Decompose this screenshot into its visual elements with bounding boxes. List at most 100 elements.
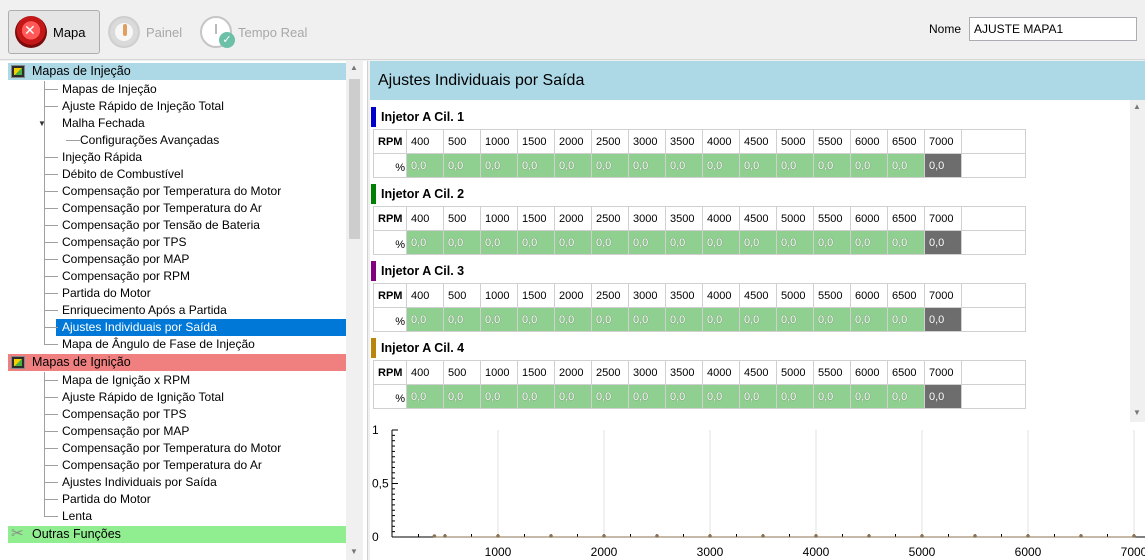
percent-value-cell[interactable]: 0,0 [480,307,518,332]
percent-value-cell[interactable]: 0,0 [443,153,481,178]
scroll-down-icon[interactable]: ▼ [350,547,358,556]
percent-value-cell[interactable]: 0,0 [406,153,444,178]
percent-value-cell[interactable]: 0,0 [813,153,851,178]
tree-item[interactable]: Lenta [62,508,92,525]
percent-value-cell[interactable]: 0,0 [813,384,851,409]
tab-tempo-real[interactable]: Tempo Real [200,10,320,54]
percent-value-cell[interactable]: 0,0 [776,153,814,178]
tree-item[interactable]: Compensação por Temperatura do Ar [62,200,262,217]
percent-value-cell[interactable]: 0,0 [517,153,555,178]
percent-value-cell[interactable]: 0,0 [480,384,518,409]
percent-value-cell[interactable]: 0,0 [665,384,703,409]
tab-painel[interactable]: Painel [108,10,198,54]
percent-value-cell[interactable]: 0,0 [924,307,962,332]
tree-item[interactable]: Ajustes Individuais por Saída [62,474,217,491]
percent-value-cell[interactable]: 0,0 [443,230,481,255]
percent-value-cell[interactable]: 0,0 [628,153,666,178]
percent-value-cell[interactable]: 0,0 [406,307,444,332]
tree-item[interactable]: Ajuste Rápido de Ignição Total [62,389,224,406]
percent-value-cell[interactable]: 0,0 [665,153,703,178]
percent-value-cell[interactable]: 0,0 [406,384,444,409]
tree-item[interactable]: Compensação por MAP [62,423,189,440]
nome-input[interactable] [969,17,1137,41]
tree-scrollbar[interactable]: ▲ ▼ [346,61,363,560]
tree-item[interactable]: Compensação por MAP [62,251,189,268]
percent-value-cell[interactable]: 0,0 [591,307,629,332]
percent-value-cell[interactable]: 0,0 [850,307,888,332]
tree-item[interactable]: Mapa de Ângulo de Fase de Injeção [62,336,255,353]
percent-value-cell[interactable]: 0,0 [813,230,851,255]
percent-value-cell[interactable]: 0,0 [776,307,814,332]
tree-item[interactable]: Configurações Avançadas [80,132,219,149]
percent-value-cell[interactable]: 0,0 [850,384,888,409]
percent-value-cell[interactable]: 0,0 [517,307,555,332]
percent-value-cell[interactable]: 0,0 [702,384,740,409]
percent-value-cell[interactable]: 0,0 [443,307,481,332]
tree-item[interactable]: Débito de Combustível [62,166,183,183]
percent-value-cell[interactable]: 0,0 [739,153,777,178]
tree-section-out[interactable]: Outras Funções [8,525,346,543]
percent-value-cell[interactable]: 0,0 [924,230,962,255]
percent-value-cell[interactable]: 0,0 [517,384,555,409]
tree-item[interactable]: Partida do Motor [62,285,151,302]
tree-item[interactable]: Compensação por Tensão de Bateria [62,217,260,234]
percent-value-cell[interactable]: 0,0 [887,230,925,255]
percent-value-cell[interactable]: 0,0 [850,230,888,255]
percent-value-cell[interactable]: 0,0 [591,230,629,255]
scroll-down-icon[interactable]: ▼ [1133,408,1141,417]
rpm-row: RPM 400 500 1000 1500 2000 2500 3000 3500 4000 450… [373,129,1026,154]
percent-value-cell[interactable]: 0,0 [406,230,444,255]
percent-value-cell[interactable]: 0,0 [665,230,703,255]
percent-value-cell[interactable]: 0,0 [554,384,592,409]
tree-item[interactable]: Compensação por Temperatura do Motor [62,183,281,200]
tree-item[interactable]: Compensação por Temperatura do Ar [62,457,262,474]
percent-value-cell[interactable]: 0,0 [739,307,777,332]
percent-value-cell[interactable]: 0,0 [628,384,666,409]
percent-value-cell[interactable]: 0,0 [628,230,666,255]
percent-value-cell[interactable]: 0,0 [591,153,629,178]
percent-value-cell[interactable]: 0,0 [924,384,962,409]
percent-value-cell[interactable]: 0,0 [702,230,740,255]
percent-value-cell[interactable]: 0,0 [924,153,962,178]
scroll-up-icon[interactable]: ▲ [350,63,358,72]
tree-item[interactable]: Compensação por TPS [62,406,187,423]
tree-item[interactable]: Mapa de Ignição x RPM [62,372,190,389]
percent-value-cell[interactable]: 0,0 [887,384,925,409]
tree-scroll-thumb[interactable] [349,79,360,239]
percent-value-cell[interactable]: 0,0 [517,230,555,255]
percent-value-cell[interactable]: 0,0 [776,384,814,409]
percent-value-cell[interactable]: 0,0 [887,153,925,178]
tree-item[interactable]: Ajustes Individuais por Saída [56,319,346,336]
panel-scrollbar[interactable]: ▲ ▼ [1130,100,1145,422]
tree-item[interactable]: Partida do Motor [62,491,151,508]
percent-value-cell[interactable]: 0,0 [739,230,777,255]
tree-item[interactable]: Injeção Rápida [62,149,142,166]
percent-value-cell[interactable]: 0,0 [554,307,592,332]
percent-value-cell[interactable]: 0,0 [776,230,814,255]
tree-section-ign[interactable]: Mapas de Ignição [8,354,346,371]
percent-value-cell[interactable]: 0,0 [628,307,666,332]
percent-value-cell[interactable]: 0,0 [554,153,592,178]
percent-value-cell[interactable]: 0,0 [702,307,740,332]
percent-value-cell[interactable]: 0,0 [480,153,518,178]
percent-value-cell[interactable]: 0,0 [702,153,740,178]
scroll-up-icon[interactable]: ▲ [1133,102,1141,111]
tree-section-inj[interactable]: Mapas de Injeção [8,63,346,80]
tree-item[interactable]: Enriquecimento Após a Partida [62,302,227,319]
percent-value-cell[interactable]: 0,0 [665,307,703,332]
percent-value-cell[interactable]: 0,0 [591,384,629,409]
percent-value-cell[interactable]: 0,0 [739,384,777,409]
tab-mapa[interactable]: Mapa [8,10,100,54]
tree-item[interactable]: Compensação por TPS [62,234,187,251]
tree-item[interactable]: Compensação por Temperatura do Motor [62,440,281,457]
percent-value-cell[interactable]: 0,0 [813,307,851,332]
percent-value-cell[interactable]: 0,0 [480,230,518,255]
percent-value-cell[interactable]: 0,0 [887,307,925,332]
tree-item[interactable]: Compensação por RPM [62,268,190,285]
percent-value-cell[interactable]: 0,0 [443,384,481,409]
percent-value-cell[interactable]: 0,0 [850,153,888,178]
percent-value-cell[interactable]: 0,0 [554,230,592,255]
tree-item[interactable]: Malha Fechada [62,115,145,132]
tree-item[interactable]: Mapas de Injeção [62,81,157,98]
tree-item[interactable]: Ajuste Rápido de Injeção Total [62,98,224,115]
